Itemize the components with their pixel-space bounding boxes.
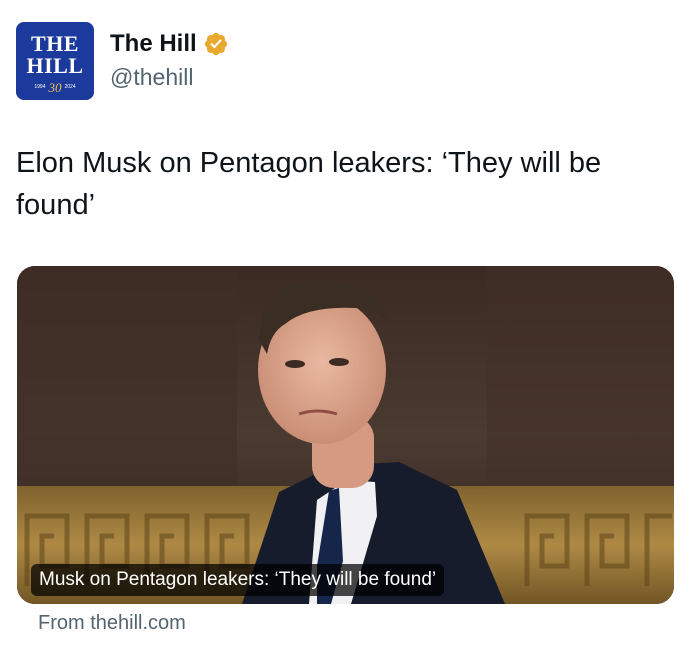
avatar-year-end: 2024 (64, 83, 76, 90)
display-name[interactable]: The Hill (110, 30, 197, 58)
post-text: Elon Musk on Pentagon leakers: ‘They wil… (16, 147, 602, 221)
avatar[interactable]: THE HILL 1994 30 2024 (16, 22, 94, 100)
avatar-anniversary-number: 30 (48, 79, 62, 95)
account-names: The Hill @thehill (110, 30, 229, 91)
link-card[interactable]: Musk on Pentagon leakers: ‘They will be … (17, 266, 674, 604)
avatar-year-start: 1994 (34, 83, 46, 90)
post-header: THE HILL 1994 30 2024 The Hill @thehill (16, 22, 229, 102)
link-card-source[interactable]: From thehill.com (38, 612, 186, 635)
link-card-caption: Musk on Pentagon leakers: ‘They will be … (31, 564, 445, 596)
link-card-image (17, 266, 674, 604)
avatar-logo-line1: THE (31, 30, 79, 56)
verified-badge-icon[interactable] (203, 31, 229, 57)
account-handle[interactable]: @thehill (110, 64, 229, 91)
avatar-anniversary: 1994 30 2024 (34, 81, 75, 94)
display-name-row: The Hill (110, 30, 229, 58)
avatar-logo-line2: HILL (26, 52, 84, 78)
